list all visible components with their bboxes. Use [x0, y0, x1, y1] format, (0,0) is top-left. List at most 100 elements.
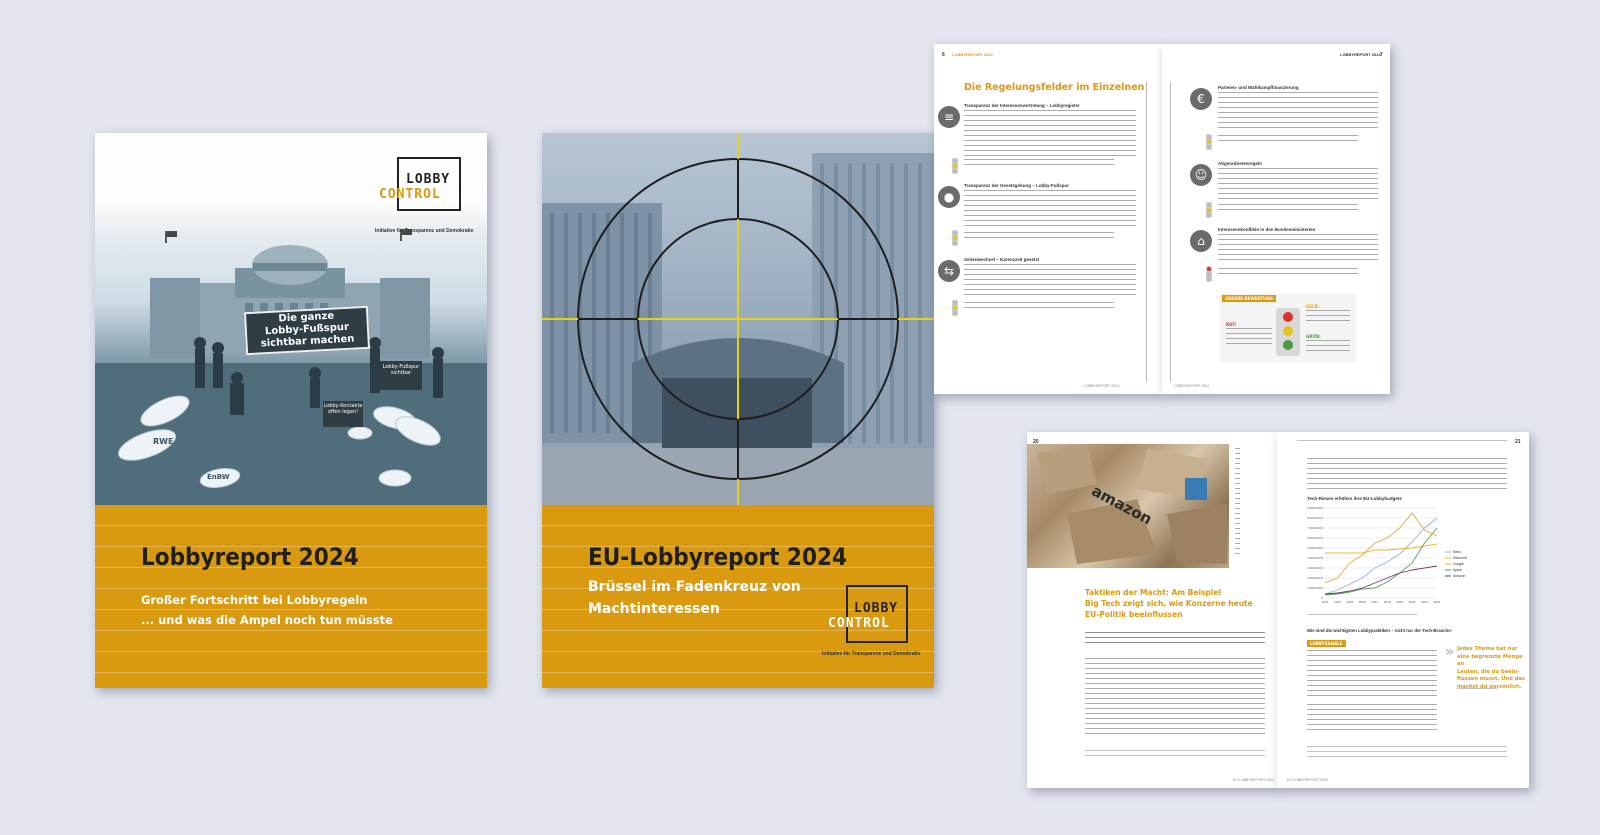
legend-title: UNSERE BEWERTUNG [1222, 295, 1276, 302]
body-text [1307, 650, 1437, 696]
y-tick-label: 2.000.000 € [1307, 576, 1323, 580]
quote-line-4: flussen musst. Und das [1457, 676, 1525, 682]
cover-subtitle-1: Brüssel im Fadenkreuz von [588, 579, 801, 595]
vertical-caption [1235, 448, 1240, 558]
page-footer: LOBBYREPORT 2024 [1084, 384, 1119, 388]
traffic-light-icon [1206, 202, 1212, 218]
body-text [1085, 658, 1265, 738]
ministry-icon: ⌂ [1190, 230, 1212, 252]
page-number: 6 [942, 52, 945, 58]
page-footer: EU-LOBBYREPORT 2024 [1287, 778, 1328, 782]
series-line-meta [1324, 517, 1438, 595]
section-title: Transparenz der Interessenvertretung – L… [964, 103, 1080, 108]
section-title: Interessenkonflikte in den Bundesministe… [1218, 227, 1316, 232]
running-head: LOBBYREPORT 2024 [1340, 52, 1381, 57]
cover-title: EU-Lobbyreport 2024 [588, 543, 848, 571]
protest-sign-1: Lobby-Fußspur sichtbar [380, 361, 422, 390]
rating-text [1218, 204, 1358, 214]
rating-text [1218, 268, 1358, 278]
lobbyreport-2024-cover[interactable]: Die ganze Lobby-Fußspur sichtbar machen … [95, 133, 487, 688]
y-tick-label: 3.000.000 € [1307, 566, 1323, 570]
x-tick-label: 2016 [1359, 600, 1366, 604]
logo-lobby: LOBBY [854, 601, 899, 616]
right-border [1170, 82, 1171, 382]
article-heading-1: Taktiken der Macht: Am Beispiel [1085, 588, 1222, 597]
footnotes [1085, 750, 1265, 758]
page-footer: EU-LOBBYREPORT 2024 [1233, 778, 1274, 782]
cover-title-band: Lobbyreport 2024 Großer Fortschritt bei … [95, 505, 487, 688]
footprint-label-1: RWE [153, 437, 174, 446]
page-number: 21 [1515, 439, 1521, 445]
protest-banner: Die ganze Lobby-Fußspur sichtbar machen [243, 305, 371, 356]
x-tick-label: 2015 [1347, 600, 1354, 604]
rating-text [964, 159, 1114, 169]
traffic-light-large-icon [1276, 308, 1300, 356]
footprint-label-2: EnBW [207, 473, 230, 481]
logo-tagline: Initiative für Transparenz und Demokrati… [375, 228, 474, 234]
body-text [1218, 92, 1378, 130]
cardboard-photo: amazon [1027, 444, 1229, 568]
legend-red-text [1226, 328, 1272, 346]
brussels-photo [542, 133, 934, 505]
eu-lobbyreport-2024-cover[interactable]: EU-Lobbyreport 2024 Brüssel im Fadenkreu… [542, 133, 934, 688]
body-text [1218, 168, 1378, 200]
legend-yellow: GELB: [1306, 304, 1320, 309]
article-heading-3: EU-Politik beeinflussen [1085, 610, 1183, 619]
footprint-icon: ● [938, 186, 960, 208]
legend-entry: Meta [1453, 550, 1461, 554]
running-head [1297, 440, 1507, 442]
label-box: LOBBYKANÄLE [1307, 640, 1346, 647]
series-line-amazon [1324, 565, 1438, 595]
spread-1-right-page[interactable]: LOBBYREPORT 2024 7 € Parteien- und Wahlk… [1162, 44, 1390, 394]
legend-green-text [1306, 340, 1350, 354]
cover-subtitle-1: Großer Fortschritt bei Lobbyregeln [141, 593, 368, 607]
section-title: Seitenwechsel – Karenzzeit gesetzt [964, 257, 1040, 262]
traffic-light-icon [1206, 266, 1212, 282]
legend-red: ROT: [1226, 322, 1237, 327]
body-text [964, 110, 1136, 156]
y-tick-label: 7.000.000 € [1307, 526, 1323, 530]
logo-lobby: LOBBY [406, 172, 451, 187]
rating-legend: UNSERE BEWERTUNG ROT: GELB: GRÜN: [1220, 294, 1356, 362]
parliamentarian-icon: ☺ [1190, 164, 1212, 186]
cover-subtitle-2: Machtinteressen [588, 601, 720, 617]
protest-sign-2: Lobby-Kontakte offen legen! [323, 401, 363, 427]
left-border [1146, 82, 1147, 382]
article-heading-2: Big Tech zeigt sich, wie Konzerne heute [1085, 599, 1253, 608]
section-heading: Wie sind die wichtigsten Lobbypraktiken … [1307, 628, 1453, 633]
spread-1-left-page[interactable]: 6 LOBBYREPORT 2024 Die Regelungsfelder i… [934, 44, 1162, 394]
parliament-building-crosshair [542, 133, 934, 505]
legend-green: GRÜN: [1306, 334, 1321, 339]
section-title: Parteien- und Wahlkampffinanzierung [1218, 85, 1299, 90]
cover-title-band: EU-Lobbyreport 2024 Brüssel im Fadenkreu… [542, 505, 934, 688]
rating-text [1218, 135, 1358, 145]
section-title: Abgeordnetenregeln [1218, 161, 1263, 166]
quote-line-3: Leuten, die du beein- [1457, 668, 1520, 675]
x-tick-label: 2017 [1371, 600, 1378, 604]
body-text [1218, 234, 1378, 262]
chart-title: Tech-Riesen erhöhen ihre EU-Lobbybudgets [1307, 496, 1402, 501]
tech-lobby-budget-chart: 01.000.000 €2.000.000 €3.000.000 €4.000.… [1307, 506, 1467, 604]
x-tick-label: 2021 [1421, 600, 1428, 604]
legend-entry: Apple [1453, 568, 1462, 572]
traffic-light-icon [952, 300, 958, 316]
legend-yellow-text [1306, 310, 1350, 324]
footnotes [1307, 746, 1507, 758]
x-tick-label: 2019 [1396, 600, 1403, 604]
section-title: Transparenz der Gesetzgebung – Lobby-Fuß… [964, 183, 1070, 188]
traffic-light-icon [1206, 134, 1212, 150]
quote-source [1457, 688, 1497, 690]
legend-entry: Google [1453, 562, 1464, 566]
x-tick-label: 2018 [1384, 600, 1391, 604]
cover-subtitle-2: ... und was die Ampel noch tun müsste [141, 613, 393, 627]
spread-2-left-page[interactable]: 20 amazon Taktiken der Macht: Am Beispie… [1027, 432, 1277, 788]
series-line-microsoft [1325, 543, 1438, 554]
chart-source [1307, 614, 1417, 616]
quote-line-1: Jedes Thema hat nur [1457, 646, 1518, 652]
legend-entry: Amazon [1453, 574, 1466, 578]
x-tick-label: 2014 [1334, 600, 1341, 604]
spread-2-right-page[interactable]: 21 Tech-Riesen erhöhen ihre EU-Lobbybudg… [1277, 432, 1529, 788]
y-tick-label: 6.000.000 € [1307, 536, 1323, 540]
lead-text [1085, 632, 1265, 646]
logo-control: CONTROL [379, 187, 441, 202]
